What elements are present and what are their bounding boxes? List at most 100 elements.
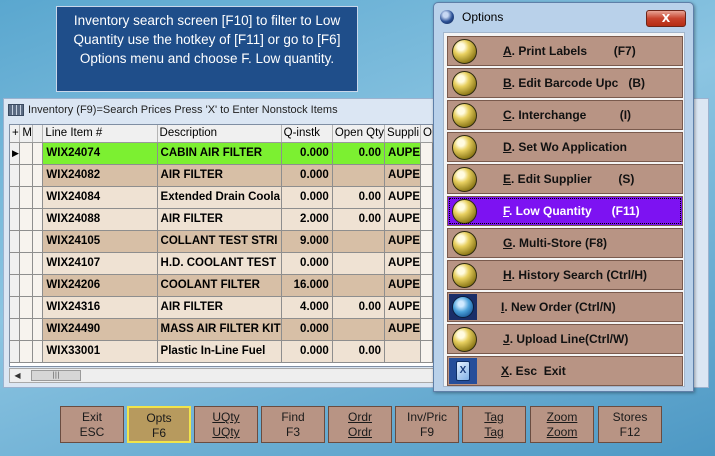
cell-line-item[interactable]: WIX24084: [42, 186, 158, 209]
table-row[interactable]: WIX24088 AIR FILTER 2.000 0.00 AUPE: [10, 208, 433, 231]
cell-supplier[interactable]: AUPE: [384, 318, 421, 341]
row-indicator[interactable]: [10, 252, 21, 275]
cell-qty-instock[interactable]: 0.000: [281, 164, 333, 187]
row-indicator[interactable]: [10, 208, 21, 231]
cell-description[interactable]: Extended Drain Coola: [157, 186, 282, 209]
cell-qty-instock[interactable]: 0.000: [281, 186, 333, 209]
row-indicator[interactable]: [10, 296, 21, 319]
option-b[interactable]: B. Edit Barcode Upc (B): [447, 68, 683, 98]
table-row[interactable]: WIX24105 COLLANT TEST STRI 9.000 AUPE: [10, 230, 433, 253]
cell-o[interactable]: [420, 340, 433, 363]
cell-qty-instock[interactable]: 0.000: [281, 252, 333, 275]
row-indicator[interactable]: ▶: [10, 142, 21, 165]
cell-line-item[interactable]: WIX24316: [42, 296, 158, 319]
option-g[interactable]: G. Multi-Store (F8): [447, 228, 683, 258]
table-row[interactable]: WIX33001 Plastic In-Line Fuel 0.000 0.00: [10, 340, 433, 363]
row-flag-cell[interactable]: [19, 208, 33, 231]
option-c[interactable]: C. Interchange (I): [447, 100, 683, 130]
cell-o[interactable]: [420, 186, 433, 209]
table-row[interactable]: WIX24084 Extended Drain Coola 0.000 0.00 AUP…: [10, 186, 433, 209]
cell-qty-instock[interactable]: 0.000: [281, 142, 333, 165]
scroll-left-icon[interactable]: ◀: [10, 369, 25, 382]
col-header-o[interactable]: O: [420, 125, 433, 143]
cell-o[interactable]: [420, 252, 433, 275]
cell-description[interactable]: AIR FILTER: [157, 208, 282, 231]
button-tag[interactable]: Tag Tag: [462, 406, 526, 443]
row-indicator[interactable]: [10, 186, 21, 209]
cell-qty-instock[interactable]: 0.000: [281, 340, 333, 363]
inventory-grid[interactable]: + M Line Item # Description Q-instk Open…: [9, 124, 434, 367]
row-flag-cell[interactable]: [19, 340, 33, 363]
row-flag-cell[interactable]: [32, 230, 44, 253]
table-row[interactable]: WIX24082 AIR FILTER 0.000 AUPE: [10, 164, 433, 187]
row-indicator[interactable]: [10, 230, 21, 253]
cell-supplier[interactable]: AUPE: [384, 208, 421, 231]
row-flag-cell[interactable]: [32, 274, 44, 297]
option-x[interactable]: X X. Esc Exit: [447, 356, 683, 386]
cell-qty-instock[interactable]: 4.000: [281, 296, 333, 319]
cell-line-item[interactable]: WIX24206: [42, 274, 158, 297]
row-flag-cell[interactable]: [19, 296, 33, 319]
cell-line-item[interactable]: WIX24490: [42, 318, 158, 341]
cell-supplier[interactable]: [384, 340, 421, 363]
row-flag-cell[interactable]: [19, 164, 33, 187]
col-header-qty-instock[interactable]: Q-instk: [281, 125, 333, 143]
cell-line-item[interactable]: WIX24082: [42, 164, 158, 187]
cell-qty-instock[interactable]: 0.000: [281, 318, 333, 341]
option-i[interactable]: I. New Order (Ctrl/N): [447, 292, 683, 322]
cell-description[interactable]: COOLANT FILTER: [157, 274, 282, 297]
button-stores[interactable]: Stores F12: [598, 406, 662, 443]
cell-description[interactable]: MASS AIR FILTER KIT: [157, 318, 282, 341]
col-header-line-item[interactable]: Line Item #: [42, 125, 158, 143]
row-flag-cell[interactable]: [32, 186, 44, 209]
row-flag-cell[interactable]: [19, 252, 33, 275]
col-header-open-qty[interactable]: Open Qty: [332, 125, 386, 143]
cell-supplier[interactable]: AUPE: [384, 230, 421, 253]
col-header-m[interactable]: M: [19, 125, 33, 143]
cell-open-qty[interactable]: [332, 164, 386, 187]
cell-line-item[interactable]: WIX24074: [42, 142, 158, 165]
cell-open-qty[interactable]: 0.00: [332, 208, 386, 231]
cell-supplier[interactable]: AUPE: [384, 164, 421, 187]
row-flag-cell[interactable]: [32, 142, 44, 165]
option-h[interactable]: H. History Search (Ctrl/H): [447, 260, 683, 290]
cell-open-qty[interactable]: 0.00: [332, 142, 386, 165]
cell-description[interactable]: Plastic In-Line Fuel: [157, 340, 282, 363]
cell-open-qty[interactable]: 0.00: [332, 340, 386, 363]
cell-supplier[interactable]: AUPE: [384, 274, 421, 297]
row-flag-cell[interactable]: [19, 274, 33, 297]
row-indicator[interactable]: [10, 340, 21, 363]
col-header-supplier[interactable]: Suppli: [384, 125, 421, 143]
table-row[interactable]: WIX24107 H.D. COOLANT TEST 0.000 AUPE: [10, 252, 433, 275]
cell-o[interactable]: [420, 274, 433, 297]
row-flag-cell[interactable]: [32, 318, 44, 341]
cell-supplier[interactable]: AUPE: [384, 142, 421, 165]
cell-qty-instock[interactable]: 9.000: [281, 230, 333, 253]
cell-open-qty[interactable]: [332, 274, 386, 297]
row-flag-cell[interactable]: [19, 186, 33, 209]
option-f[interactable]: F. Low Quantity (F11): [447, 196, 683, 226]
option-j[interactable]: J. Upload Line(Ctrl/W): [447, 324, 683, 354]
cell-qty-instock[interactable]: 16.000: [281, 274, 333, 297]
cell-open-qty[interactable]: [332, 230, 386, 253]
row-indicator[interactable]: [10, 164, 21, 187]
cell-open-qty[interactable]: 0.00: [332, 186, 386, 209]
row-flag-cell[interactable]: [19, 318, 33, 341]
col-header-plus[interactable]: +: [10, 125, 21, 143]
cell-description[interactable]: H.D. COOLANT TEST: [157, 252, 282, 275]
cell-supplier[interactable]: AUPE: [384, 186, 421, 209]
row-flag-cell[interactable]: [32, 296, 44, 319]
button-zoom[interactable]: Zoom Zoom: [530, 406, 594, 443]
cell-o[interactable]: [420, 296, 433, 319]
col-header-description[interactable]: Description: [157, 125, 282, 143]
table-row[interactable]: WIX24316 AIR FILTER 4.000 0.00 AUPE: [10, 296, 433, 319]
cell-line-item[interactable]: WIX24088: [42, 208, 158, 231]
row-flag-cell[interactable]: [19, 230, 33, 253]
cell-open-qty[interactable]: [332, 318, 386, 341]
row-flag-cell[interactable]: [32, 164, 44, 187]
cell-description[interactable]: COLLANT TEST STRI: [157, 230, 282, 253]
cell-line-item[interactable]: WIX33001: [42, 340, 158, 363]
row-indicator[interactable]: [10, 274, 21, 297]
table-row[interactable]: WIX24206 COOLANT FILTER 16.000 AUPE: [10, 274, 433, 297]
cell-o[interactable]: [420, 164, 433, 187]
